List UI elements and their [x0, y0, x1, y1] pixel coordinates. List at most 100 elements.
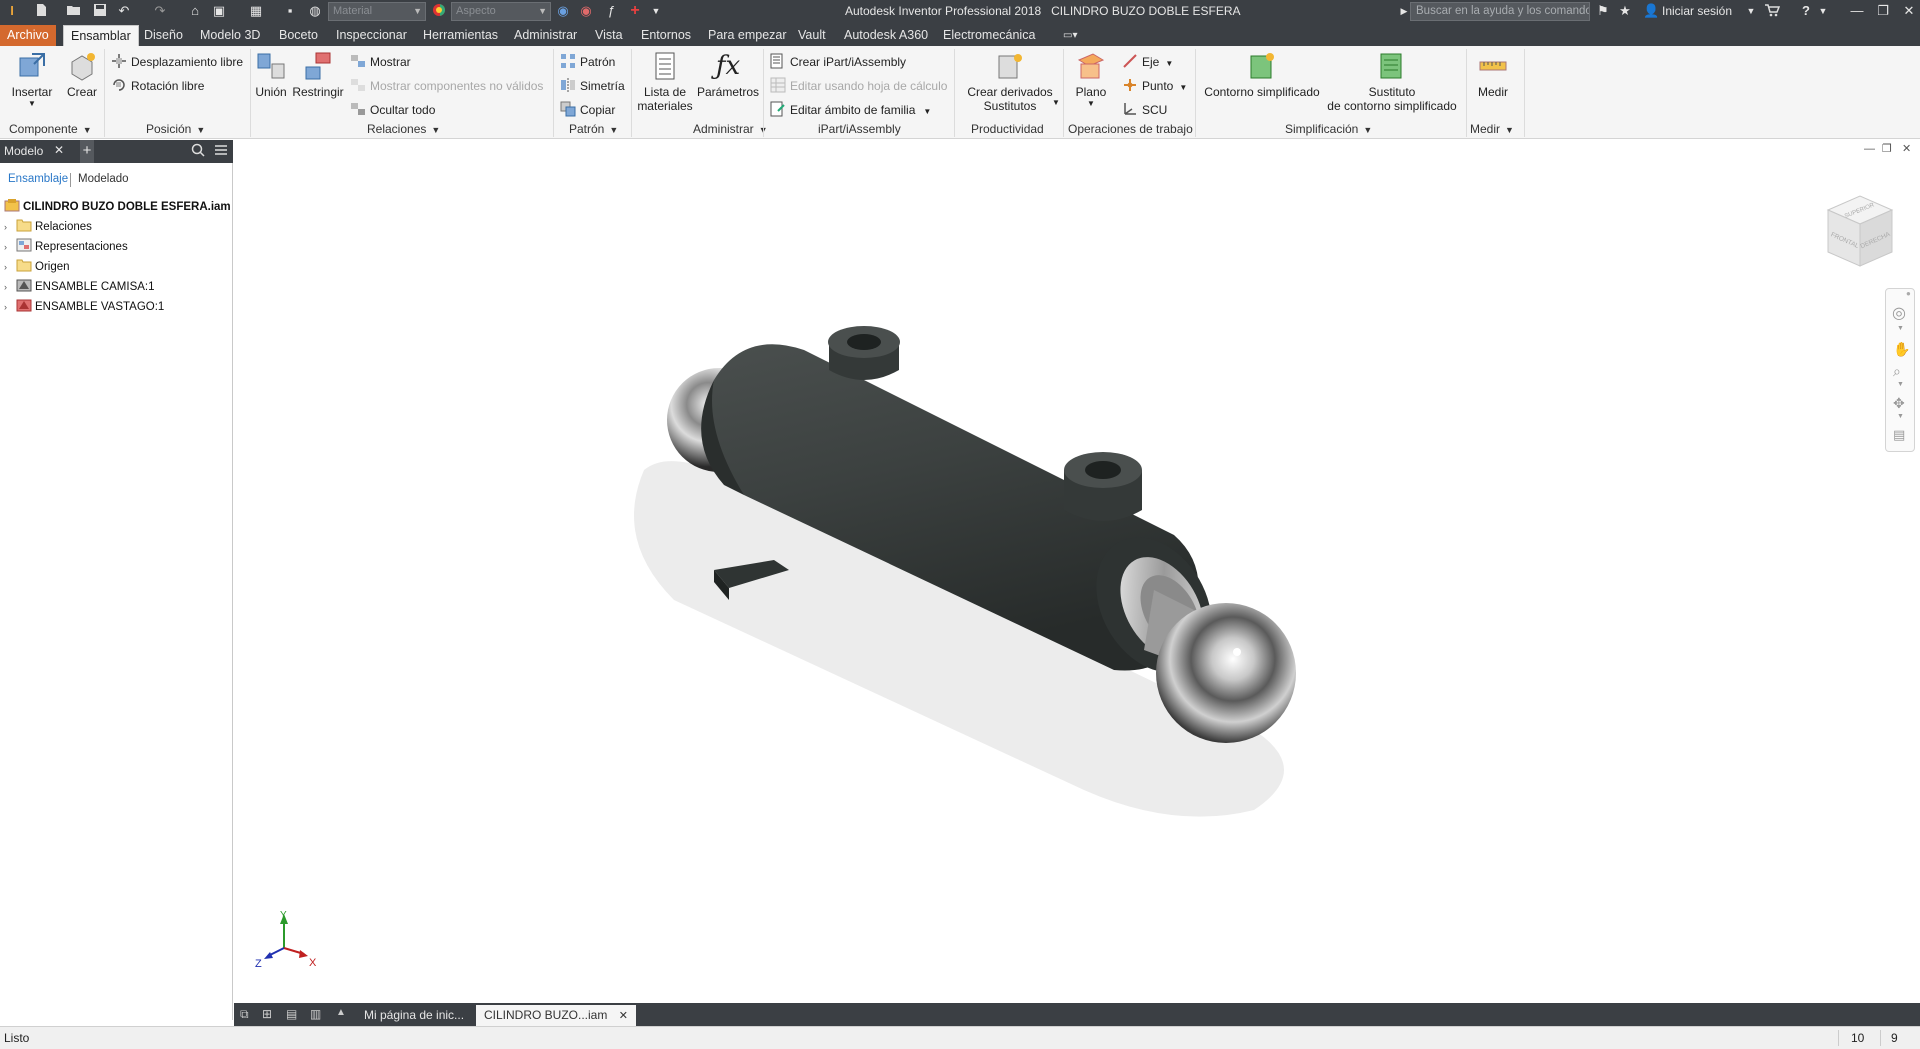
insertar-button[interactable]: Insertar ▼	[10, 50, 54, 108]
group-medir[interactable]: Medir ▼	[1470, 122, 1514, 136]
tab-vista[interactable]: Vista	[588, 25, 630, 46]
tab-diseno[interactable]: Diseño	[137, 25, 190, 46]
tab-ensamblar[interactable]: Ensamblar	[63, 25, 139, 46]
crear-derivados-sustitutos-button[interactable]: Crear derivados Sustitutos	[962, 50, 1058, 113]
copiar-button[interactable]: Copiar	[560, 100, 615, 120]
tile-icon[interactable]: ⊞	[262, 1007, 272, 1021]
rotacion-libre-button[interactable]: Rotación libre	[111, 76, 204, 96]
chevron-down-icon[interactable]: ▼	[1743, 3, 1759, 19]
cylinder-model-3d[interactable]	[614, 270, 1674, 830]
pan-icon[interactable]: ✋	[1893, 341, 1910, 358]
group-administrar[interactable]: Administrar▼	[693, 122, 768, 136]
look-at-icon[interactable]: ▤	[1893, 427, 1905, 443]
inventor-logo-icon[interactable]: I	[4, 3, 20, 19]
tree-node-ensamble-camisa[interactable]: › ENSAMBLE CAMISA:1	[4, 278, 155, 297]
tree-node-origen[interactable]: › Origen	[4, 258, 70, 277]
tab-electromecanica[interactable]: Electromecánica	[936, 25, 1042, 46]
viewcube[interactable]: SUPERIOR FRONTAL DERECHA	[1822, 194, 1898, 274]
tab-para-empezar[interactable]: Para empezar	[701, 25, 794, 46]
material-dropdown[interactable]: Material ▼	[328, 2, 426, 21]
chevron-down-icon[interactable]: ▼	[1897, 381, 1904, 388]
expand-icon[interactable]: ›	[4, 218, 16, 237]
eje-button[interactable]: Eje ▼	[1122, 52, 1173, 72]
cart-icon[interactable]	[1764, 3, 1781, 19]
mostrar-componentes-no-validos-button[interactable]: Mostrar componentes no válidos	[350, 76, 543, 96]
tab-vault[interactable]: Vault	[791, 25, 833, 46]
parametros-button[interactable]: ƒx Parámetros	[696, 50, 760, 99]
tree-node-representaciones[interactable]: › Representaciones	[4, 238, 128, 257]
patron-button[interactable]: Patrón	[560, 52, 615, 72]
arrange-horizontal-icon[interactable]: ▤	[286, 1007, 297, 1021]
cascade-icon[interactable]: ⧉	[240, 1007, 249, 1022]
globe-icon[interactable]: ◍	[307, 3, 323, 19]
group-posicion[interactable]: Posición ▼	[146, 122, 205, 136]
add-icon[interactable]: +	[627, 3, 643, 19]
union-button[interactable]: Unión	[253, 50, 289, 99]
parameters-fx-icon[interactable]: ƒ	[603, 3, 619, 19]
tab-entornos[interactable]: Entornos	[634, 25, 698, 46]
color-icon[interactable]	[431, 3, 447, 19]
steering-wheel-icon[interactable]: ◎	[1892, 303, 1906, 323]
viewport-restore-icon[interactable]: ❐	[1882, 142, 1892, 155]
lista-de-materiales-button[interactable]: Lista de materiales	[636, 50, 694, 113]
tab-modelo-3d[interactable]: Modelo 3D	[193, 25, 267, 46]
ocultar-todo-button[interactable]: Ocultar todo	[350, 100, 435, 120]
crear-button[interactable]: Crear	[64, 50, 100, 99]
tab-herramientas[interactable]: Herramientas	[416, 25, 505, 46]
appearance-dropdown[interactable]: Aspecto ▼	[451, 2, 551, 21]
adjust-icon[interactable]: ◉	[555, 3, 571, 19]
doc-tab-cilindro[interactable]: CILINDRO BUZO...iam ✕	[476, 1005, 636, 1026]
open-icon[interactable]	[66, 3, 82, 19]
add-browser-tab-icon[interactable]: +	[80, 140, 94, 163]
binoculars-icon[interactable]: ⚑	[1595, 3, 1611, 19]
mostrar-button[interactable]: Mostrar	[350, 52, 411, 72]
customize-icon[interactable]: ▼	[648, 3, 664, 19]
medir-button[interactable]: Medir	[1472, 50, 1514, 99]
tree-node-ensamble-vastago[interactable]: › ENSAMBLE VASTAGO:1	[4, 298, 164, 317]
search-icon[interactable]	[191, 143, 205, 160]
expand-icon[interactable]: ›	[4, 238, 16, 257]
tab-boceto[interactable]: Boceto	[272, 25, 325, 46]
tree-node-relaciones[interactable]: › Relaciones	[4, 218, 92, 237]
tree-root[interactable]: CILINDRO BUZO DOBLE ESFERA.iam	[4, 198, 231, 217]
group-simplificacion[interactable]: Simplificación ▼	[1285, 122, 1372, 136]
tab-inspeccionar[interactable]: Inspeccionar	[329, 25, 414, 46]
orbit-icon[interactable]: ✥	[1893, 395, 1905, 412]
plano-button[interactable]: Plano ▼	[1072, 50, 1110, 108]
undo-icon[interactable]: ↶	[116, 3, 132, 19]
tab-list-icon[interactable]: ▲	[336, 1007, 346, 1018]
editar-hoja-calculo-button[interactable]: Editar usando hoja de cálculo	[770, 76, 947, 96]
home-icon[interactable]: ⌂	[187, 3, 203, 19]
save-icon[interactable]	[92, 3, 108, 19]
expand-icon[interactable]: ›	[4, 278, 16, 297]
group-patron[interactable]: Patrón ▼	[569, 122, 618, 136]
sustituto-contorno-button[interactable]: Sustituto de contorno simplificado	[1326, 50, 1458, 113]
chevron-down-icon[interactable]: ▼	[1815, 3, 1831, 19]
close-browser-icon[interactable]: ✕	[54, 143, 64, 157]
arrange-vertical-icon[interactable]: ▥	[310, 1007, 321, 1021]
nav-close-icon[interactable]: ●	[1906, 289, 1911, 298]
star-icon[interactable]: ★	[1617, 3, 1633, 19]
tab-autodesk-a360[interactable]: Autodesk A360	[837, 25, 935, 46]
punto-button[interactable]: Punto ▼	[1122, 76, 1187, 96]
restringir-button[interactable]: Restringir	[291, 50, 345, 99]
new-icon[interactable]	[33, 3, 49, 19]
close-icon[interactable]: ✕	[619, 1010, 628, 1022]
group-relaciones[interactable]: Relaciones ▼	[367, 122, 440, 136]
chevron-down-icon[interactable]: ▼	[1897, 325, 1904, 332]
minimize-icon[interactable]: —	[1846, 3, 1868, 19]
browser-tab-ensamblaje[interactable]: Ensamblaje	[8, 173, 68, 185]
contorno-simplificado-button[interactable]: Contorno simplificado	[1199, 50, 1325, 99]
tab-administrar[interactable]: Administrar	[507, 25, 584, 46]
restore-icon[interactable]: ❐	[1872, 3, 1894, 19]
update-icon[interactable]: ▪	[282, 3, 298, 19]
doc-tab-home[interactable]: Mi página de inic...	[356, 1005, 472, 1026]
desplazamiento-libre-button[interactable]: Desplazamiento libre	[111, 52, 243, 72]
signin-button[interactable]: Iniciar sesión	[1662, 4, 1732, 18]
crear-ipart-button[interactable]: Crear iPart/iAssembly	[770, 52, 906, 72]
select-icon[interactable]: ▦	[248, 3, 264, 19]
zoom-icon[interactable]: ⌕	[1893, 363, 1901, 380]
clear-override-icon[interactable]: ◉	[578, 3, 594, 19]
viewport-close-icon[interactable]: ✕	[1902, 142, 1911, 155]
group-componente[interactable]: Componente ▼	[9, 122, 92, 136]
